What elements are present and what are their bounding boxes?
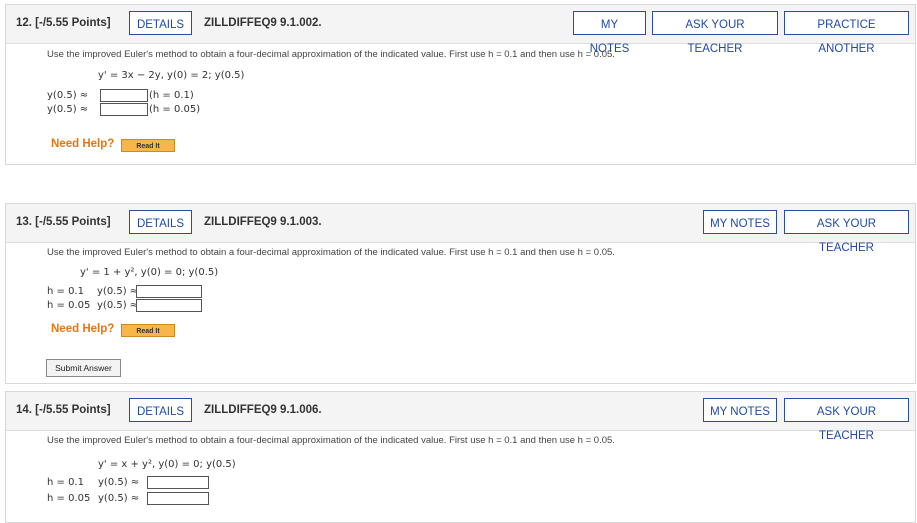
answer-input-h005[interactable] — [147, 492, 209, 505]
my-notes-button[interactable]: MY NOTES — [703, 398, 777, 422]
question-12: 12. [-/5.55 Points] DETAILS ZILLDIFFEQ9 … — [5, 4, 916, 165]
question-body: Use the improved Euler's method to obtai… — [6, 243, 915, 383]
details-button[interactable]: DETAILS — [129, 210, 192, 234]
details-button[interactable]: DETAILS — [129, 398, 192, 422]
answer-prefix: y(0.5) ≈ — [47, 104, 89, 115]
answer-prefix: y(0.5) ≈ — [98, 493, 140, 504]
answer-prefix: y(0.5) ≈ — [97, 286, 139, 297]
answer-suffix: (h = 0.1) — [149, 90, 194, 101]
question-code: ZILLDIFFEQ9 9.1.006. — [204, 404, 322, 416]
read-it-button[interactable]: Read It — [121, 139, 175, 152]
instruction-text: Use the improved Euler's method to obtai… — [47, 49, 615, 60]
instruction-text: Use the improved Euler's method to obtai… — [47, 435, 615, 446]
question-number-points: 14. [-/5.55 Points] — [16, 404, 111, 416]
answer-input-h01[interactable] — [147, 476, 209, 489]
ask-your-teacher-button[interactable]: ASK YOUR TEACHER — [784, 398, 909, 442]
ask-your-teacher-button[interactable]: ASK YOUR TEACHER — [784, 210, 909, 254]
my-notes-button[interactable]: MY NOTES — [703, 210, 777, 234]
question-code: ZILLDIFFEQ9 9.1.002. — [204, 17, 322, 29]
answer-input-h01[interactable] — [136, 285, 202, 298]
question-header: 13. [-/5.55 Points] DETAILS ZILLDIFFEQ9 … — [6, 204, 915, 254]
step-size-label: h = 0.05 — [47, 300, 91, 311]
answer-prefix: y(0.5) ≈ — [98, 477, 140, 488]
question-code: ZILLDIFFEQ9 9.1.003. — [204, 216, 322, 228]
equation: y' = 3x − 2y, y(0) = 2; y(0.5) — [98, 70, 245, 81]
question-14: 14. [-/5.55 Points] DETAILS ZILLDIFFEQ9 … — [5, 391, 916, 523]
question-13: 13. [-/5.55 Points] DETAILS ZILLDIFFEQ9 … — [5, 203, 916, 384]
step-size-label: h = 0.05 — [47, 493, 91, 504]
need-help-label: Need Help? — [51, 323, 115, 335]
answer-input-h005[interactable] — [100, 103, 148, 116]
step-size-label: h = 0.1 — [47, 477, 84, 488]
answer-prefix: y(0.5) ≈ — [47, 90, 89, 101]
answer-suffix: (h = 0.05) — [149, 104, 201, 115]
question-header: 14. [-/5.55 Points] DETAILS ZILLDIFFEQ9 … — [6, 392, 915, 442]
question-body: Use the improved Euler's method to obtai… — [6, 431, 915, 522]
ask-your-teacher-button[interactable]: ASK YOUR TEACHER — [652, 11, 778, 55]
read-it-button[interactable]: Read It — [121, 324, 175, 337]
question-header: 12. [-/5.55 Points] DETAILS ZILLDIFFEQ9 … — [6, 5, 915, 55]
step-size-label: h = 0.1 — [47, 286, 84, 297]
my-notes-button[interactable]: MY NOTES — [573, 11, 646, 55]
submit-answer-button[interactable]: Submit Answer — [46, 359, 121, 377]
instruction-text: Use the improved Euler's method to obtai… — [47, 247, 615, 258]
question-body: Use the improved Euler's method to obtai… — [6, 44, 915, 164]
answer-input-h01[interactable] — [100, 89, 148, 102]
details-button[interactable]: DETAILS — [129, 11, 192, 35]
question-number-points: 12. [-/5.55 Points] — [16, 17, 111, 29]
equation: y' = 1 + y², y(0) = 0; y(0.5) — [80, 267, 219, 278]
answer-prefix: y(0.5) ≈ — [97, 300, 139, 311]
practice-another-button[interactable]: PRACTICE ANOTHER — [784, 11, 909, 55]
equation: y' = x + y², y(0) = 0; y(0.5) — [98, 459, 236, 470]
answer-input-h005[interactable] — [136, 299, 202, 312]
question-number-points: 13. [-/5.55 Points] — [16, 216, 111, 228]
need-help-label: Need Help? — [51, 138, 115, 150]
